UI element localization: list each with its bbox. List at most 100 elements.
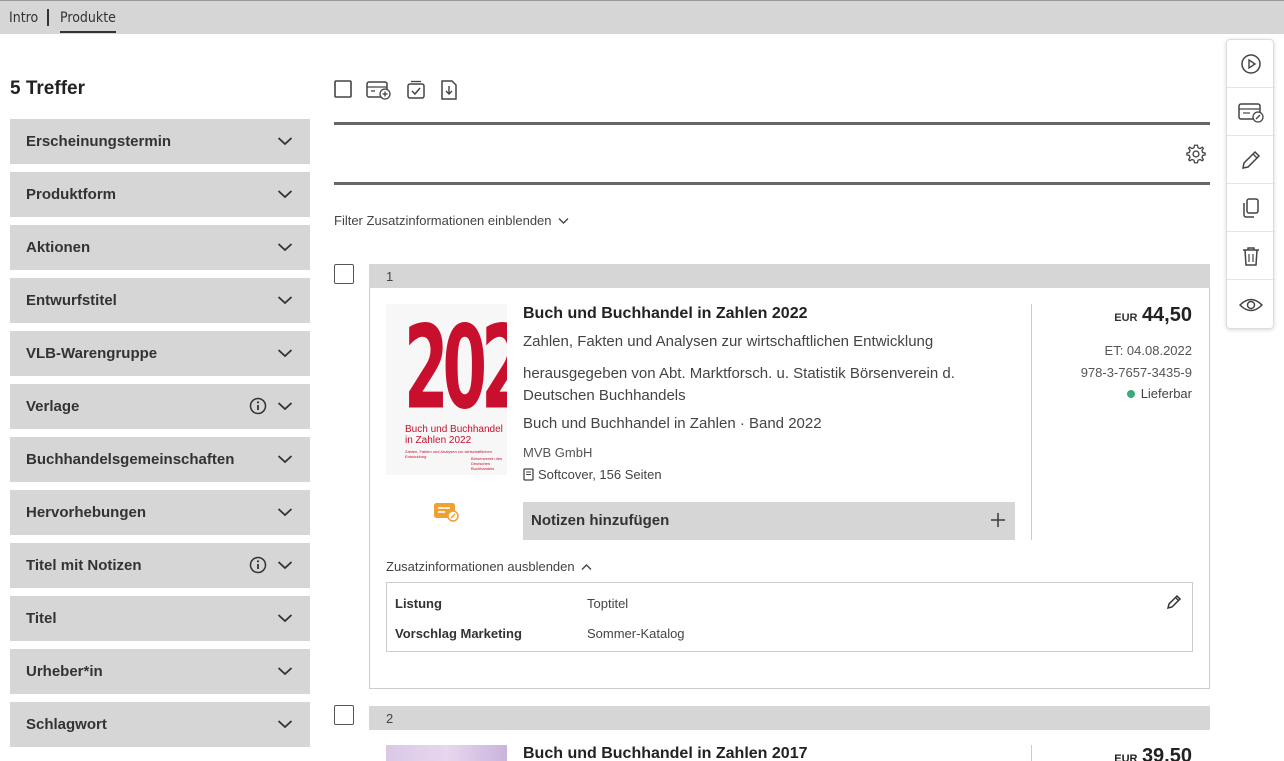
price-divider: [1031, 745, 1032, 761]
facet-label: Hervorhebungen: [26, 504, 147, 521]
info-icon[interactable]: [249, 556, 267, 574]
result-checkbox-2[interactable]: [334, 705, 354, 725]
facet-label: Titel mit Notizen: [26, 557, 142, 574]
facet-label: Titel: [26, 610, 57, 627]
add-notes-button[interactable]: Notizen hinzufügen: [523, 502, 1015, 540]
add-to-list-icon[interactable]: [366, 80, 392, 105]
facet-hervorhebungen[interactable]: Hervorhebungen: [10, 490, 310, 535]
results-count: 5 Treffer: [10, 78, 85, 99]
chevron-down-icon: [277, 187, 293, 199]
gear-icon[interactable]: [1185, 143, 1207, 170]
export-icon[interactable]: [440, 80, 458, 105]
chevron-down-icon: [277, 293, 293, 305]
book-publisher-1: MVB GmbH: [523, 445, 593, 460]
extra-info-toggle[interactable]: Zusatzinformationen ausblenden: [386, 559, 592, 574]
facet-schlagwort[interactable]: Schlagwort: [10, 702, 310, 747]
facet-aktionen[interactable]: Aktionen: [10, 225, 310, 270]
availability-label: Lieferbar: [1140, 386, 1192, 401]
extra-info-panel: Listung Toptitel Vorschlag Marketing Som…: [386, 582, 1193, 652]
list-edit-icon[interactable]: [1227, 88, 1275, 136]
facet-verlage[interactable]: Verlage: [10, 384, 310, 429]
price-value: 44,50: [1141, 304, 1192, 326]
tab-produkte[interactable]: Produkte: [60, 10, 116, 33]
facet-label: Urheber*in: [26, 663, 103, 680]
cover-publisher-logo: Börsenverein des Deutschen Buchhandels: [471, 456, 503, 471]
facet-label: Buchhandelsgemeinschaften: [26, 451, 235, 468]
book-price-2: EUR 39,50: [1114, 745, 1192, 761]
plus-icon: [991, 513, 1005, 527]
book-isbn-1: 978-3-7657-3435-9: [1080, 365, 1192, 380]
extra-info-toggle-label: Zusatzinformationen ausblenden: [386, 559, 575, 574]
top-tab-bar: Intro Produkte: [0, 0, 1284, 34]
play-icon[interactable]: [1227, 40, 1275, 88]
cover-year: 2022: [404, 304, 507, 437]
book-cover-2[interactable]: [386, 745, 507, 761]
price-divider: [1031, 304, 1032, 540]
book-icon: [523, 468, 534, 481]
extra-info-value: Sommer-Katalog: [587, 626, 685, 641]
facet-label: Entwurfstitel: [26, 292, 117, 309]
select-all-checkbox-icon[interactable]: [334, 80, 352, 103]
eye-icon[interactable]: [1227, 280, 1275, 330]
chevron-down-icon: [277, 346, 293, 358]
copy-icon[interactable]: [1227, 184, 1275, 232]
book-release-date-1: ET: 04.08.2022: [1104, 343, 1192, 358]
chevron-down-icon: [277, 664, 293, 676]
chevron-down-icon: [277, 717, 293, 729]
toolbar-divider-top: [334, 122, 1210, 125]
chevron-down-icon: [277, 240, 293, 252]
mark-done-icon[interactable]: [406, 80, 426, 105]
availability-dot-icon: [1126, 389, 1135, 398]
facet-titel-mit-notizen[interactable]: Titel mit Notizen: [10, 543, 310, 588]
chevron-down-icon: [277, 134, 293, 146]
book-format-1: Softcover, 156 Seiten: [523, 467, 662, 482]
info-icon[interactable]: [249, 397, 267, 415]
notes-badge-icon[interactable]: [433, 500, 459, 527]
chevron-down-icon: [277, 399, 293, 411]
facet-titel[interactable]: Titel: [10, 596, 310, 641]
book-price-1: EUR 44,50: [1114, 304, 1192, 327]
result-number-2: 2: [369, 706, 1210, 730]
tab-intro[interactable]: Intro: [9, 10, 38, 26]
extra-info-key: Listung: [395, 596, 442, 611]
pencil-icon[interactable]: [1166, 594, 1182, 610]
extra-info-value: Toptitel: [587, 596, 629, 611]
book-title-1[interactable]: Buch und Buchhandel in Zahlen 2022: [523, 305, 807, 323]
facet-vlb-warengruppe[interactable]: VLB-Warengruppe: [10, 331, 310, 376]
facet-urheber-in[interactable]: Urheber*in: [10, 649, 310, 694]
result-number-1: 1: [369, 264, 1210, 288]
price-value: 39,50: [1141, 745, 1192, 761]
chevron-down-icon: [277, 452, 293, 464]
toolbar-divider-bottom: [334, 182, 1210, 185]
book-title-2[interactable]: Buch und Buchhandel in Zahlen 2017: [523, 745, 807, 761]
facet-produktform[interactable]: Produktform: [10, 172, 310, 217]
price-currency: EUR: [1114, 753, 1138, 761]
cover-subtitle: Buch und Buchhandel in Zahlen 2022: [405, 424, 503, 446]
facet-buchhandelsgemeinschaften[interactable]: Buchhandelsgemeinschaften: [10, 437, 310, 482]
chevron-down-icon: [277, 611, 293, 623]
result-checkbox-1[interactable]: [334, 264, 354, 284]
facet-label: Schlagwort: [26, 716, 107, 733]
price-currency: EUR: [1114, 312, 1138, 324]
side-action-bar: [1226, 39, 1275, 330]
availability-status-1: Lieferbar: [1126, 386, 1192, 401]
chevron-up-icon: [581, 563, 592, 570]
chevron-down-icon: [277, 505, 293, 517]
filter-extra-info-label: Filter Zusatzinformationen einblenden: [334, 213, 552, 228]
book-editor-1: herausgegeben von Abt. Marktforsch. u. S…: [523, 365, 955, 404]
book-cover-1[interactable]: 2022 Buch und Buchhandel in Zahlen 2022 …: [386, 304, 507, 475]
facet-label: Produktform: [26, 186, 116, 203]
tab-separator: [47, 9, 49, 26]
facet-label: Erscheinungstermin: [26, 133, 172, 150]
chevron-down-icon: [277, 558, 293, 570]
book-format-label: Softcover, 156 Seiten: [538, 467, 662, 482]
chevron-down-icon: [558, 217, 569, 224]
facet-label: Verlage: [26, 398, 80, 415]
book-series-1: Buch und Buchhandel in Zahlen · Band 202…: [523, 415, 822, 432]
pencil-icon[interactable]: [1227, 136, 1275, 184]
filter-extra-info-toggle[interactable]: Filter Zusatzinformationen einblenden: [334, 213, 569, 228]
add-notes-label: Notizen hinzufügen: [531, 512, 670, 529]
facet-entwurfstitel[interactable]: Entwurfstitel: [10, 278, 310, 323]
facet-erscheinungstermin[interactable]: Erscheinungstermin: [10, 119, 310, 164]
trash-icon[interactable]: [1227, 232, 1275, 280]
